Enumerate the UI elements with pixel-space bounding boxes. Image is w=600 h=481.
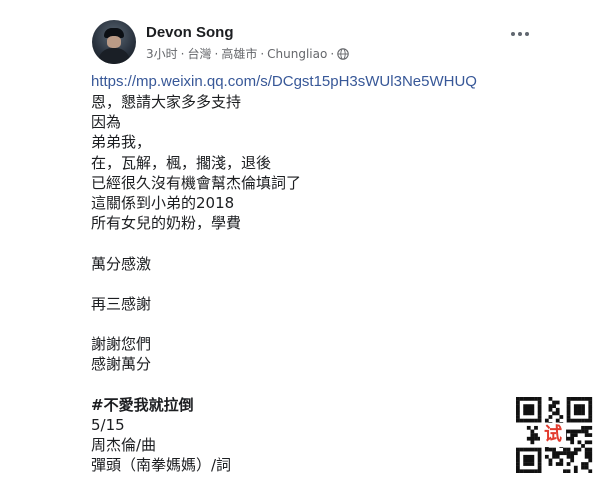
post-time[interactable]: 3小时 [146, 45, 178, 62]
more-options-icon [510, 32, 531, 36]
text-line: 在，瓦解，楓，擱淺，退後 [91, 153, 272, 172]
avatar-face [107, 36, 121, 48]
facebook-post: Devon Song 3小时 · 台灣 · 高雄市 · Chungliao · … [0, 0, 600, 481]
author-name[interactable]: Devon Song [146, 24, 234, 41]
meta-separator: · [214, 46, 219, 61]
post-city[interactable]: 高雄市 [221, 45, 257, 62]
text-line: 感謝萬分 [91, 355, 152, 374]
text-line: 恩，懇請大家多多支持 [91, 93, 242, 111]
text-line: 5/15 [91, 416, 125, 434]
text-line: 已經很久沒有機會幫杰倫填詞了 [91, 173, 302, 192]
avatar[interactable] [92, 20, 136, 64]
text-line: 周杰倫/曲 [91, 436, 157, 455]
post-header: Devon Song 3小时 · 台灣 · 高雄市 · Chungliao · [92, 20, 542, 64]
text-line: 謝謝您們 [91, 335, 152, 354]
post-meta: 3小时 · 台灣 · 高雄市 · Chungliao · [146, 45, 349, 62]
text-line: 再三感謝 [91, 294, 152, 313]
meta-separator: · [180, 46, 185, 61]
text-line: 彈頭（南拳媽媽）/詞 [91, 456, 232, 475]
globe-icon[interactable] [337, 47, 349, 60]
more-options-button[interactable] [505, 24, 535, 44]
text-line: 萬分感激 [91, 254, 152, 273]
post-place[interactable]: Chungliao [267, 47, 327, 61]
avatar-body [98, 48, 130, 64]
hashtag-link[interactable]: #不愛我就拉倒 [91, 395, 511, 415]
text-line: 因為 [91, 113, 122, 132]
post-region: 台灣 [187, 47, 212, 61]
post-body: https://mp.weixin.qq.com/s/DCgst15pH3sWU… [91, 72, 511, 476]
text-line: 弟弟我， [91, 133, 152, 152]
text-line: 所有女兒的奶粉，學費 [91, 214, 242, 233]
meta-separator: · [260, 46, 265, 61]
text-line: 這關係到小弟的2018 [91, 193, 235, 212]
post-link[interactable]: https://mp.weixin.qq.com/s/DCgst15pH3sWU… [91, 72, 511, 92]
qr-stamp: 试 [540, 423, 566, 447]
qr-code-watermark: 试 [514, 397, 594, 474]
meta-separator: · [330, 46, 335, 61]
